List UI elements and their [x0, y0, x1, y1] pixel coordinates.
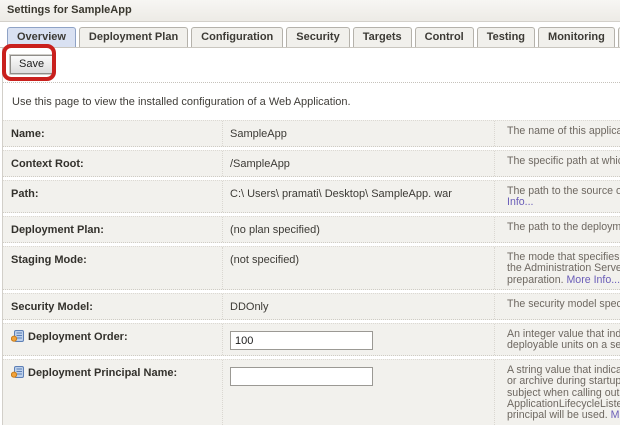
description-line: The path to the deployment p: [507, 222, 620, 233]
field-label-cell: Security Model:: [3, 294, 222, 319]
tab-targets[interactable]: Targets: [353, 27, 412, 47]
tab-security[interactable]: Security: [286, 27, 349, 47]
description-text: The path to the deployment p: [507, 221, 620, 233]
field-value: DDOnly: [230, 301, 269, 313]
description-line: deployable units on a server,: [507, 340, 620, 351]
field-label: Deployment Plan:: [11, 224, 104, 236]
description-text: The mode that specifies whet: [507, 251, 620, 263]
field-label-cell: Name:: [3, 121, 222, 146]
description-text: preparation.: [507, 274, 566, 286]
field-value: SampleApp: [230, 128, 287, 140]
field-description: The security model specifies h: [494, 294, 620, 319]
deployment-principal-name-input[interactable]: [230, 367, 373, 386]
field-value-cell: SampleApp: [222, 121, 494, 146]
description-text: principal will be used.: [507, 409, 611, 421]
description-text: The name of this application: [507, 125, 620, 137]
description-text: subject when calling out into: [507, 387, 620, 399]
field-value-cell: (not specified): [222, 247, 494, 289]
more-info-link[interactable]: Info...: [507, 196, 534, 208]
field-label: Security Model:: [11, 301, 93, 313]
config-row-staging-mode: Staging Mode: (not specified) The mode tha…: [3, 246, 620, 290]
description-line: preparation. More Info...: [507, 275, 620, 286]
field-value: (no plan specified): [230, 224, 320, 236]
tab-deployment-plan[interactable]: Deployment Plan: [79, 27, 188, 47]
field-description: The mode that specifies whetthe Administ…: [494, 247, 620, 289]
description-text: the Administration Server to t: [507, 262, 620, 274]
field-label: Path:: [11, 188, 39, 200]
field-label-cell: Staging Mode:: [3, 247, 222, 289]
tab-strip: OverviewDeployment PlanConfigurationSecu…: [0, 22, 620, 48]
deployment-order-input[interactable]: [230, 331, 373, 350]
field-label: Staging Mode:: [11, 254, 87, 266]
more-info-link[interactable]: More: [611, 409, 620, 421]
field-description: An integer value that indicatedeployable…: [494, 324, 620, 355]
description-line: The security model specifies h: [507, 299, 620, 310]
divider: [3, 82, 620, 83]
field-label-cell: Deployment Plan:: [3, 217, 222, 242]
save-button[interactable]: Save: [10, 55, 53, 74]
field-label-cell: Context Root:: [3, 151, 222, 176]
description-text: The path to the source of the: [507, 185, 620, 197]
description-text: or archive during startup and: [507, 375, 620, 387]
page-title: Settings for SampleApp: [0, 0, 620, 22]
description-text: An integer value that indicate: [507, 328, 620, 340]
content-pane: Save Use this page to view the installed…: [2, 48, 620, 425]
field-label-cell: Deployment Order:: [3, 324, 222, 355]
config-row-security-model: Security Model: DDOnly The security model …: [3, 293, 620, 320]
tab-testing[interactable]: Testing: [477, 27, 535, 47]
tab-configuration[interactable]: Configuration: [191, 27, 283, 47]
description-text: The security model specifies h: [507, 298, 620, 310]
field-value-cell: C:\ Users\ pramati\ Desktop\ SampleApp. …: [222, 181, 494, 212]
config-row-path: Path: C:\ Users\ pramati\ Desktop\ Sample…: [3, 180, 620, 213]
description-line: principal will be used. More: [507, 410, 620, 421]
config-row-deployment-plan: Deployment Plan: (no plan specified) The p…: [3, 216, 620, 243]
field-description: The path to the source of theInfo...: [494, 181, 620, 212]
tab-monitoring[interactable]: Monitoring: [538, 27, 615, 47]
field-description: A string value that indicates wor archiv…: [494, 360, 620, 425]
field-label: Deployment Principal Name:: [28, 367, 177, 379]
description-line: The name of this application: [507, 126, 620, 137]
more-info-link[interactable]: More Info...: [566, 274, 620, 286]
configuration-table: Name: SampleApp The name of this applicati…: [3, 120, 620, 425]
field-value: (not specified): [230, 254, 299, 266]
field-value-cell: [222, 324, 494, 355]
pending-change-icon: [11, 330, 24, 345]
field-value-cell: [222, 360, 494, 425]
field-value: C:\ Users\ pramati\ Desktop\ SampleApp. …: [230, 188, 452, 200]
tab-control[interactable]: Control: [415, 27, 474, 47]
field-label: Context Root:: [11, 158, 84, 170]
field-value-cell: (no plan specified): [222, 217, 494, 242]
pending-change-icon: [11, 366, 24, 381]
config-row-name: Name: SampleApp The name of this applicati…: [3, 120, 620, 147]
field-value: /SampleApp: [230, 158, 290, 170]
field-label: Name:: [11, 128, 45, 140]
description-line: The specific path at which thi: [507, 156, 620, 167]
description-text: ApplicationLifecycleListener. I: [507, 398, 620, 410]
config-row-context-root: Context Root: /SampleApp The specific path…: [3, 150, 620, 177]
field-description: The name of this application: [494, 121, 620, 146]
tab-overview[interactable]: Overview: [7, 27, 76, 47]
field-value-cell: DDOnly: [222, 294, 494, 319]
intro-text: Use this page to view the installed conf…: [12, 96, 620, 108]
description-text: A string value that indicates w: [507, 364, 620, 376]
field-value-cell: /SampleApp: [222, 151, 494, 176]
description-line: Info...: [507, 197, 620, 208]
field-description: The path to the deployment p: [494, 217, 620, 242]
field-description: The specific path at which thi: [494, 151, 620, 176]
field-label-cell: Deployment Principal Name:: [3, 360, 222, 425]
top-toolbar: Save: [3, 48, 620, 82]
config-row-deployment-order: Deployment Order: An integer value that i…: [3, 323, 620, 356]
description-text: deployable units on a server,: [507, 339, 620, 351]
config-row-deployment-principal-name: Deployment Principal Name: A string value…: [3, 359, 620, 425]
description-text: The specific path at which thi: [507, 155, 620, 167]
field-label: Deployment Order:: [28, 331, 128, 343]
field-label-cell: Path:: [3, 181, 222, 212]
